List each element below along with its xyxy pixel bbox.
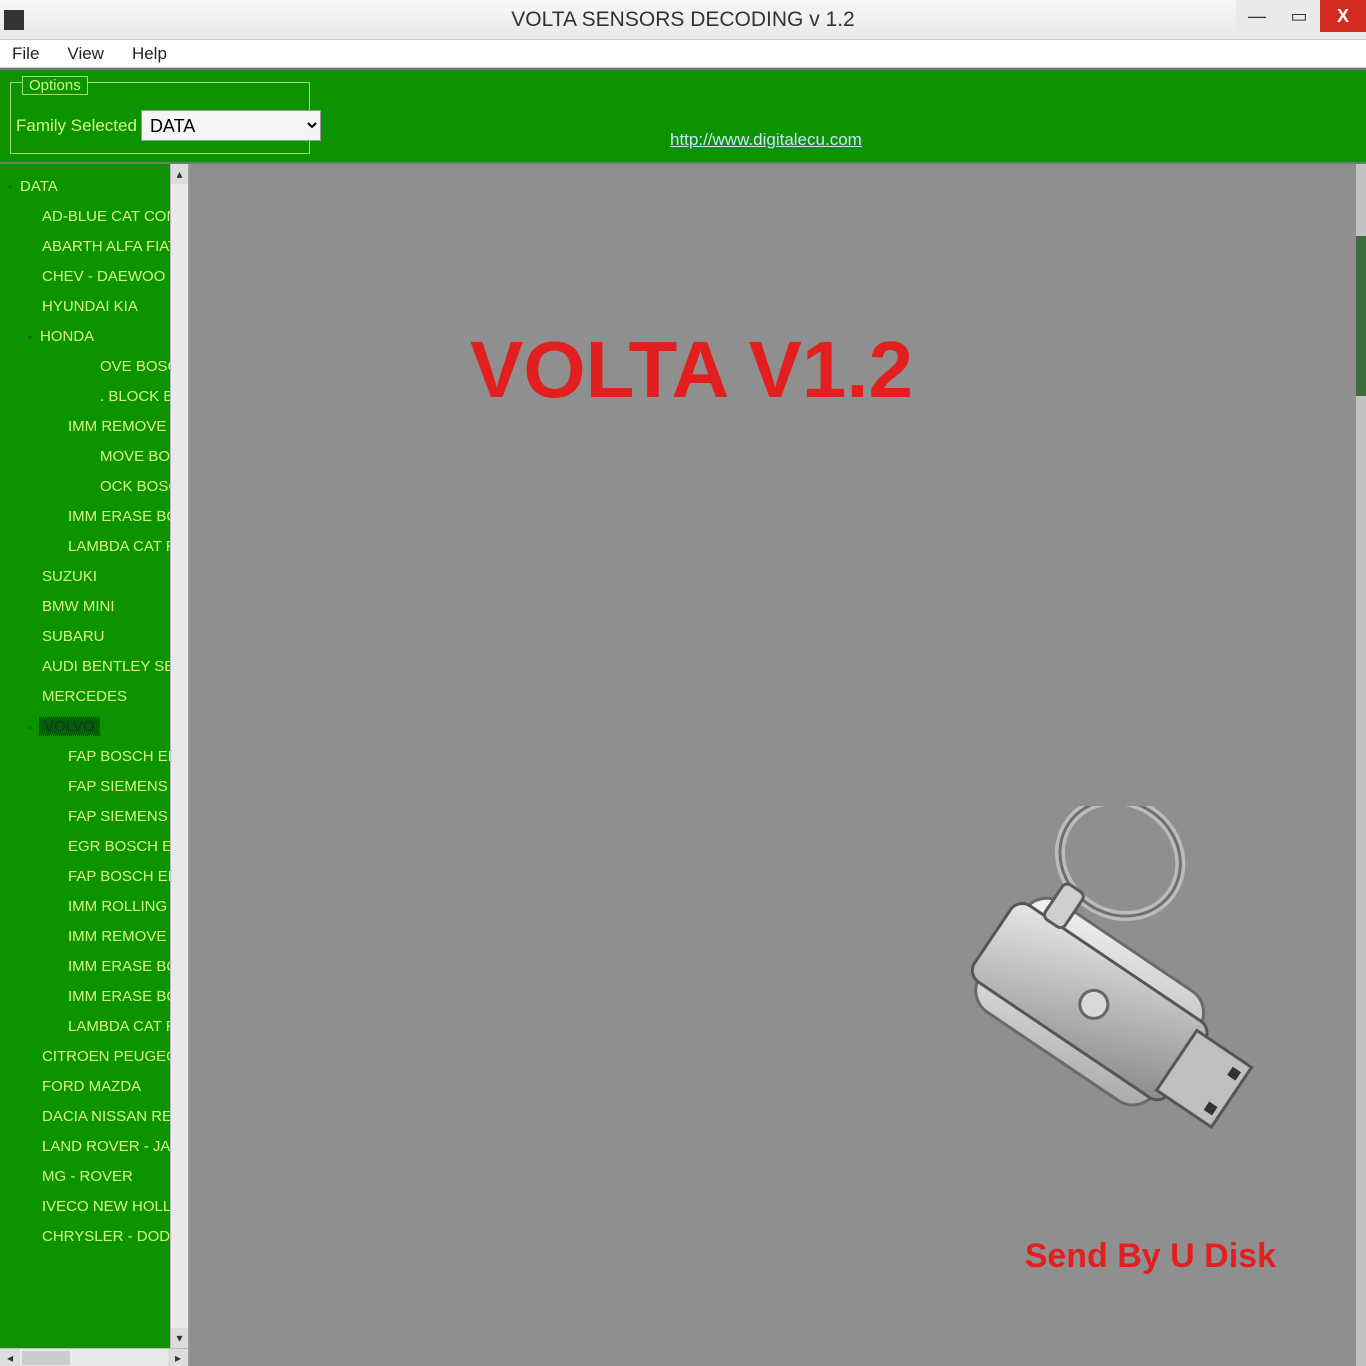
tree-item[interactable]: OCK BOSCH ED: [6, 472, 188, 502]
scroll-down-icon[interactable]: ▾: [171, 1328, 188, 1348]
tree-item[interactable]: CHEV - DAEWOO - HOLDEN: [6, 262, 188, 292]
menu-view[interactable]: View: [61, 42, 110, 66]
tree-item[interactable]: MERCEDES: [6, 682, 188, 712]
tree-item[interactable]: IMM ERASE BOSCH ED: [6, 502, 188, 532]
tree-item[interactable]: FAP BOSCH EDC 17CP: [6, 862, 188, 892]
scroll-left-icon[interactable]: ◂: [0, 1349, 20, 1366]
tree-item[interactable]: IMM ROLLING CODE &: [6, 892, 188, 922]
tree-item[interactable]: ◦VOLVO: [6, 712, 188, 742]
tree-item[interactable]: ◦HONDA: [6, 322, 188, 352]
usb-drive-image: [876, 806, 1296, 1226]
tree-item[interactable]: IMM REMOVE & CONFI: [6, 922, 188, 952]
tree-item[interactable]: LAND ROVER - JAGUAR: [6, 1132, 188, 1162]
tree-panel: ◦DATAAD-BLUE CAT CONFIG DPFABARTH ALFA F…: [0, 164, 190, 1366]
window-title: VOLTA SENSORS DECODING v 1.2: [511, 8, 854, 32]
family-selected-label: Family Selected: [16, 116, 137, 136]
tree-item[interactable]: LAMBDA CAT REMOVE: [6, 1012, 188, 1042]
maximize-button[interactable]: ▭: [1278, 0, 1320, 32]
tree-item[interactable]: SUBARU: [6, 622, 188, 652]
content-area: VOLTA V1.2 Send By: [190, 164, 1366, 1366]
menu-help[interactable]: Help: [126, 42, 173, 66]
tree-item[interactable]: IVECO NEW HOLLAND: [6, 1192, 188, 1222]
window-controls: — ▭ X: [1236, 0, 1366, 32]
content-vscroll-thumb[interactable]: [1356, 236, 1366, 396]
titlebar: VOLTA SENSORS DECODING v 1.2 — ▭ X: [0, 0, 1366, 40]
scroll-right-icon[interactable]: ▸: [168, 1349, 188, 1366]
tree-item[interactable]: BMW MINI: [6, 592, 188, 622]
minimize-button[interactable]: —: [1236, 0, 1278, 32]
tree-item[interactable]: OVE BOSCH E: [6, 352, 188, 382]
family-select[interactable]: DATA: [141, 110, 321, 141]
content-vscrollbar[interactable]: [1356, 164, 1366, 1366]
tree-item[interactable]: AUDI BENTLEY SEAT SKOD: [6, 652, 188, 682]
tree-root[interactable]: ◦DATA: [6, 172, 188, 202]
tree-hscrollbar[interactable]: ◂ ▸: [0, 1348, 188, 1366]
tree-item[interactable]: FAP BOSCH EDC 16C3: [6, 742, 188, 772]
tree-item[interactable]: FAP SIEMENS 803 - 80: [6, 802, 188, 832]
tree[interactable]: ◦DATAAD-BLUE CAT CONFIG DPFABARTH ALFA F…: [0, 164, 188, 1252]
tree-item[interactable]: AD-BLUE CAT CONFIG DPF: [6, 202, 188, 232]
app-icon: [4, 10, 24, 30]
main-area: ◦DATAAD-BLUE CAT CONFIG DPFABARTH ALFA F…: [0, 164, 1366, 1366]
content-heading: VOLTA V1.2: [470, 324, 913, 416]
tree-item[interactable]: CITROEN PEUGEOT: [6, 1042, 188, 1072]
tree-item[interactable]: FAP SIEMENS SID 206: [6, 772, 188, 802]
close-button[interactable]: X: [1320, 0, 1366, 32]
send-by-udisk-label: Send By U Disk: [1025, 1237, 1276, 1276]
tree-item[interactable]: FORD MAZDA: [6, 1072, 188, 1102]
scroll-up-icon[interactable]: ▴: [171, 164, 188, 184]
tree-item[interactable]: IMM ERASE BOSCH ED: [6, 982, 188, 1012]
website-link[interactable]: http://www.digitalecu.com: [670, 130, 862, 150]
hscroll-thumb[interactable]: [22, 1351, 70, 1365]
tree-item[interactable]: DACIA NISSAN RENAULT: [6, 1102, 188, 1132]
tree-item[interactable]: ABARTH ALFA FIAT FERRA: [6, 232, 188, 262]
tree-item[interactable]: IMM REMOVE BOSCH M: [6, 412, 188, 442]
menubar: File View Help: [0, 40, 1366, 68]
options-legend: Options: [22, 76, 88, 95]
tree-item[interactable]: EGR BOSCH EDC 16C3: [6, 832, 188, 862]
family-row: Family Selected DATA: [16, 110, 321, 141]
tree-item[interactable]: . BLOCK BOSCH ED: [6, 382, 188, 412]
tree-vscrollbar[interactable]: ▴ ▾: [170, 164, 188, 1348]
menu-file[interactable]: File: [6, 42, 45, 66]
tree-item[interactable]: CHRYSLER - DODGE - JEEP: [6, 1222, 188, 1252]
tree-item[interactable]: IMM ERASE BOSCH ED: [6, 952, 188, 982]
tree-item[interactable]: LAMBDA CAT REMOVE: [6, 532, 188, 562]
tree-item[interactable]: SUZUKI: [6, 562, 188, 592]
toolbar: Options Family Selected DATA http://www.…: [0, 68, 1366, 164]
tree-item[interactable]: HYUNDAI KIA: [6, 292, 188, 322]
tree-item[interactable]: MOVE BOSCH E: [6, 442, 188, 472]
tree-item[interactable]: MG - ROVER: [6, 1162, 188, 1192]
